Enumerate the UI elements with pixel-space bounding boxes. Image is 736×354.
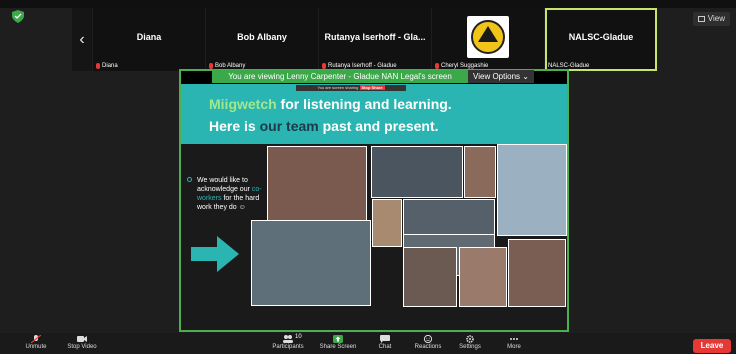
share-screen-icon <box>333 335 343 343</box>
chat-icon <box>380 335 390 343</box>
more-button[interactable]: More <box>502 335 526 350</box>
reactions-button[interactable]: Reactions <box>410 335 446 350</box>
team-photo <box>372 199 402 247</box>
acknowledgement-text: We would like to acknowledge our co-work… <box>187 176 269 212</box>
reactions-label: Reactions <box>414 344 442 350</box>
settings-label: Settings <box>459 344 481 350</box>
presentation-slide: You are screen sharing Stop Share Miigwe… <box>181 84 567 330</box>
muted-mic-icon <box>96 63 100 69</box>
view-options-label: View Options <box>473 72 521 81</box>
team-photo <box>267 146 367 222</box>
video-camera-icon <box>77 336 87 342</box>
leave-button[interactable]: Leave <box>693 339 731 353</box>
share-screen-button[interactable]: Share Screen <box>316 335 360 350</box>
chat-label: Chat <box>378 344 392 350</box>
participant-label-text: Diana <box>102 63 118 69</box>
arrow-right-icon <box>191 236 239 272</box>
screen-sharing-bar: You are screen sharing Stop Share <box>296 85 406 91</box>
viewing-screen-banner: You are viewing Lenny Carpenter - Gladue… <box>212 70 468 83</box>
participant-name: Diana <box>136 32 162 42</box>
meeting-toolbar <box>0 333 736 354</box>
muted-mic-icon <box>31 335 41 343</box>
participant-name: Bob Albany <box>237 32 287 42</box>
view-button-label: View <box>707 14 725 23</box>
team-photo <box>251 220 371 306</box>
more-icon <box>510 338 518 340</box>
shield-icon[interactable] <box>12 10 24 23</box>
participant-tile-active-speaker[interactable]: NALSC-Gladue NALSC-Gladue <box>545 8 657 71</box>
view-options-button[interactable]: View Options ⌄ <box>468 70 534 83</box>
team-photo <box>497 144 567 236</box>
slide-header <box>181 84 567 144</box>
participant-strip: ‹ Diana Diana Bob Albany Bob Albany Ruta… <box>72 8 657 71</box>
participant-tile[interactable]: Rutanya Iserhoff - Gla... Rutanya Iserho… <box>319 8 431 71</box>
video-call-screenshot <box>371 146 463 198</box>
smiley-icon <box>423 335 433 343</box>
grid-view-icon <box>697 16 705 22</box>
chat-button[interactable]: Chat <box>374 335 396 350</box>
participant-label: Diana <box>96 63 118 69</box>
stop-video-button[interactable]: Stop Video <box>62 335 102 350</box>
organization-logo <box>467 16 509 58</box>
bullet-icon <box>187 177 192 182</box>
chevron-left-icon: ‹ <box>79 30 85 48</box>
slide-title-highlight: our team <box>259 118 319 134</box>
participants-count: 10 <box>295 334 302 340</box>
slide-title-line-1: Miigwetch for listening and learning. <box>209 96 452 112</box>
slide-title-start: Here is <box>209 118 260 134</box>
participants-button[interactable]: Participants <box>268 335 308 350</box>
participant-tile[interactable]: Diana Diana <box>93 8 205 71</box>
participant-tile[interactable]: Bob Albany Bob Albany <box>206 8 318 71</box>
slide-title-end: past and present. <box>318 118 439 134</box>
team-photo <box>508 239 566 307</box>
team-photo <box>403 247 457 307</box>
team-photo <box>464 146 496 198</box>
window-top-bar <box>0 0 736 8</box>
share-screen-label: Share Screen <box>319 344 357 350</box>
more-label: More <box>507 344 521 350</box>
participants-label: Participants <box>272 344 304 350</box>
zoom-window: View ‹ Diana Diana Bob Albany Bob Albany… <box>0 0 736 354</box>
team-photo <box>459 247 507 307</box>
participant-name: Rutanya Iserhoff - Gla... <box>324 32 426 42</box>
slide-title-rest: for listening and learning. <box>276 96 452 112</box>
stop-video-label: Stop Video <box>67 344 97 350</box>
settings-button[interactable]: Settings <box>454 335 486 350</box>
participants-icon <box>283 335 293 343</box>
stop-share-text: You are screen sharing <box>317 85 359 90</box>
slide-title-line-2: Here is our team past and present. <box>209 118 439 134</box>
participant-tile[interactable]: Cheryl Suggashie <box>432 8 544 71</box>
slide-title-highlight: Miigwetch <box>209 96 277 112</box>
ack-start: We would like to acknowledge our <box>197 177 252 193</box>
banner-text: You are viewing Lenny Carpenter - Gladue… <box>228 72 452 81</box>
gear-icon <box>466 335 474 343</box>
unmute-label: Unmute <box>25 344 47 350</box>
stop-share-button[interactable]: Stop Share <box>359 85 385 90</box>
participant-name: NALSC-Gladue <box>568 32 634 42</box>
previous-page-button[interactable]: ‹ <box>72 8 92 71</box>
chevron-down-icon: ⌄ <box>522 72 529 81</box>
view-button[interactable]: View <box>692 12 730 26</box>
unmute-button[interactable]: Unmute <box>22 335 50 350</box>
